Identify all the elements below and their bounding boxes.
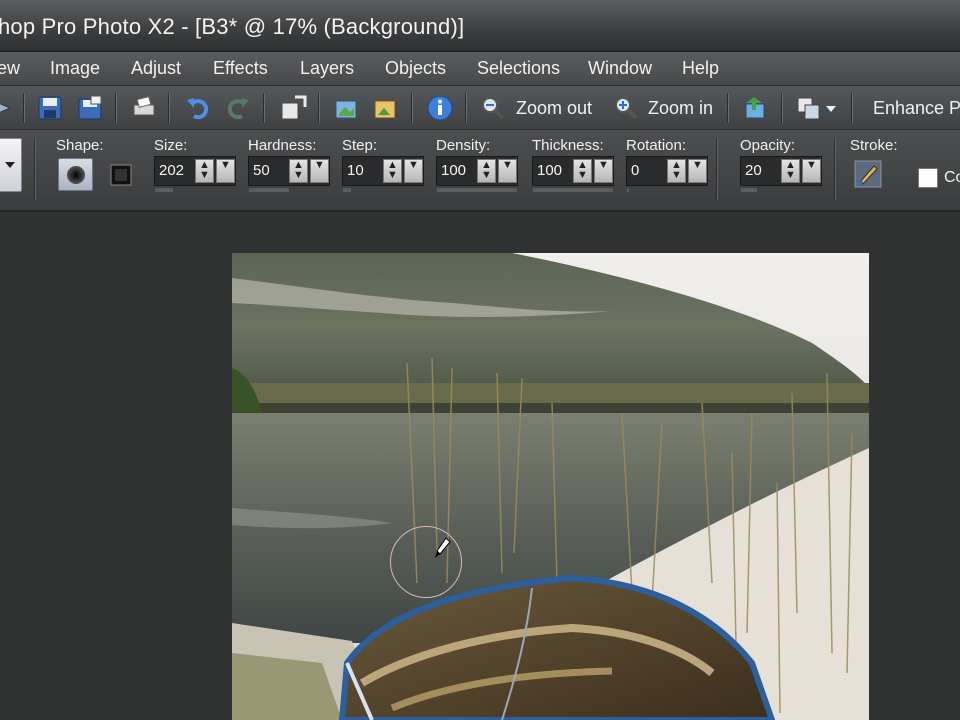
size-label: Size: — [154, 137, 188, 154]
step-value: 10 — [347, 162, 364, 179]
opacity-spin-button[interactable]: ▲ ▼ — [781, 159, 800, 183]
window-title: hop Pro Photo X2 - [B3* @ 17% (Backgroun… — [0, 14, 465, 39]
step-field[interactable]: 10 ▲ ▼ ▼ — [342, 156, 424, 192]
options-separator — [34, 138, 36, 200]
zoom-in-button[interactable]: Zoom in — [648, 98, 713, 119]
export-icon[interactable] — [742, 94, 770, 122]
density-dropdown-button[interactable]: ▼ — [498, 159, 517, 183]
size-spin-button[interactable]: ▲ ▼ — [195, 159, 214, 183]
checkbox[interactable] — [918, 168, 938, 188]
toolbar-separator — [23, 93, 25, 123]
options-separator — [834, 138, 836, 200]
toolbar-separator — [318, 93, 320, 123]
rotation-slider[interactable] — [627, 188, 629, 192]
size-value: 202 — [159, 162, 185, 179]
toolbar-separator — [411, 93, 413, 123]
toolbar-separator — [115, 93, 117, 123]
thickness-value: 100 — [537, 162, 563, 179]
menu-window[interactable]: Window — [588, 58, 652, 79]
step-slider[interactable] — [343, 188, 351, 192]
thickness-field[interactable]: 100 ▲ ▼ ▼ — [532, 156, 614, 192]
toolbar-separator — [727, 93, 729, 123]
thickness-dropdown-button[interactable]: ▼ — [594, 159, 613, 183]
zoom-in-icon[interactable] — [612, 94, 640, 122]
thickness-spin-button[interactable]: ▲ ▼ — [573, 159, 592, 183]
opacity-value: 20 — [745, 162, 762, 179]
shape-label: Shape: — [56, 137, 104, 154]
enhance-photo-button[interactable]: Enhance Pl — [873, 98, 960, 119]
density-value: 100 — [441, 162, 467, 179]
zoom-out-icon[interactable] — [479, 94, 507, 122]
toolbar-separator — [781, 93, 783, 123]
opacity-label: Opacity: — [740, 137, 796, 154]
open-icon[interactable] — [0, 94, 18, 122]
hardness-field[interactable]: 50 ▲ ▼ ▼ — [248, 156, 330, 192]
title-bar: hop Pro Photo X2 - [B3* @ 17% (Backgroun… — [0, 0, 960, 52]
paintbrush-cursor-icon — [435, 537, 451, 558]
opacity-field[interactable]: 20 ▲ ▼ ▼ — [740, 156, 822, 192]
density-field[interactable]: 100 ▲ ▼ ▼ — [436, 156, 518, 192]
size-dropdown-button[interactable]: ▼ — [216, 159, 235, 183]
thickness-label: Thickness: — [532, 137, 604, 154]
standard-toolbar: Zoom out Zoom in Enhance Pl — [0, 86, 960, 130]
rotation-label: Rotation: — [626, 137, 687, 154]
menu-view[interactable]: ew — [0, 58, 20, 79]
hardness-spin-button[interactable]: ▲ ▼ — [289, 159, 308, 183]
menu-help[interactable]: Help — [682, 58, 719, 79]
menu-image[interactable]: Image — [50, 58, 100, 79]
thickness-slider[interactable] — [533, 188, 613, 192]
round-brush-icon — [67, 166, 85, 184]
opacity-slider[interactable] — [741, 188, 757, 192]
tool-options-bar: Shape: Size: 202 ▲ ▼ ▼ Hardness: 50 ▲ ▼ ▼ St… — [0, 130, 960, 212]
hardness-slider[interactable] — [249, 188, 289, 192]
zoom-out-button[interactable]: Zoom out — [516, 98, 592, 119]
menu-adjust[interactable]: Adjust — [131, 58, 181, 79]
hardness-label: Hardness: — [248, 137, 317, 154]
opacity-dropdown-button[interactable]: ▼ — [802, 159, 821, 183]
hardness-value: 50 — [253, 162, 270, 179]
size-slider[interactable] — [155, 188, 173, 192]
hardness-dropdown-button[interactable]: ▼ — [310, 159, 329, 183]
arrange-icon[interactable] — [795, 94, 823, 122]
density-slider[interactable] — [437, 188, 517, 192]
image-canvas[interactable] — [232, 253, 869, 720]
toolbar-separator — [168, 93, 170, 123]
step-dropdown-button[interactable]: ▼ — [404, 159, 423, 183]
rotation-value: 0 — [631, 162, 640, 179]
image-info-icon[interactable] — [279, 94, 307, 122]
menu-layers[interactable]: Layers — [300, 58, 354, 79]
print-icon[interactable] — [130, 94, 158, 122]
chevron-down-icon — [5, 162, 15, 168]
image-browser-icon[interactable] — [372, 94, 400, 122]
round-shape-button[interactable] — [58, 158, 93, 191]
organizer-icon[interactable] — [333, 94, 361, 122]
density-label: Density: — [436, 137, 491, 154]
rotation-spin-button[interactable]: ▲ ▼ — [667, 159, 686, 183]
save-as-icon[interactable] — [76, 94, 104, 122]
options-separator — [716, 138, 718, 200]
menu-bar: ew Image Adjust Effects Layers Objects S… — [0, 52, 960, 86]
step-label: Step: — [342, 137, 378, 154]
preset-dropdown[interactable] — [0, 138, 22, 192]
redo-icon[interactable] — [224, 94, 252, 122]
menu-objects[interactable]: Objects — [385, 58, 446, 79]
toolbar-separator — [465, 93, 467, 123]
size-field[interactable]: 202 ▲ ▼ ▼ — [154, 156, 236, 192]
toolbar-separator — [851, 93, 853, 123]
undo-icon[interactable] — [184, 94, 212, 122]
checkbox-label: Co — [944, 169, 960, 186]
menu-effects[interactable]: Effects — [213, 58, 268, 79]
stroke-brush-icon[interactable] — [854, 160, 882, 188]
density-spin-button[interactable]: ▲ ▼ — [477, 159, 496, 183]
save-icon[interactable] — [36, 94, 64, 122]
rotation-field[interactable]: 0 ▲ ▼ ▼ — [626, 156, 708, 192]
step-spin-button[interactable]: ▲ ▼ — [383, 159, 402, 183]
menu-selections[interactable]: Selections — [477, 58, 560, 79]
toolbar-separator — [263, 93, 265, 123]
rotation-dropdown-button[interactable]: ▼ — [688, 159, 707, 183]
stroke-label: Stroke: — [850, 137, 898, 154]
square-shape-button[interactable] — [109, 163, 133, 187]
chevron-down-icon[interactable] — [825, 104, 837, 114]
info-icon[interactable] — [426, 94, 454, 122]
